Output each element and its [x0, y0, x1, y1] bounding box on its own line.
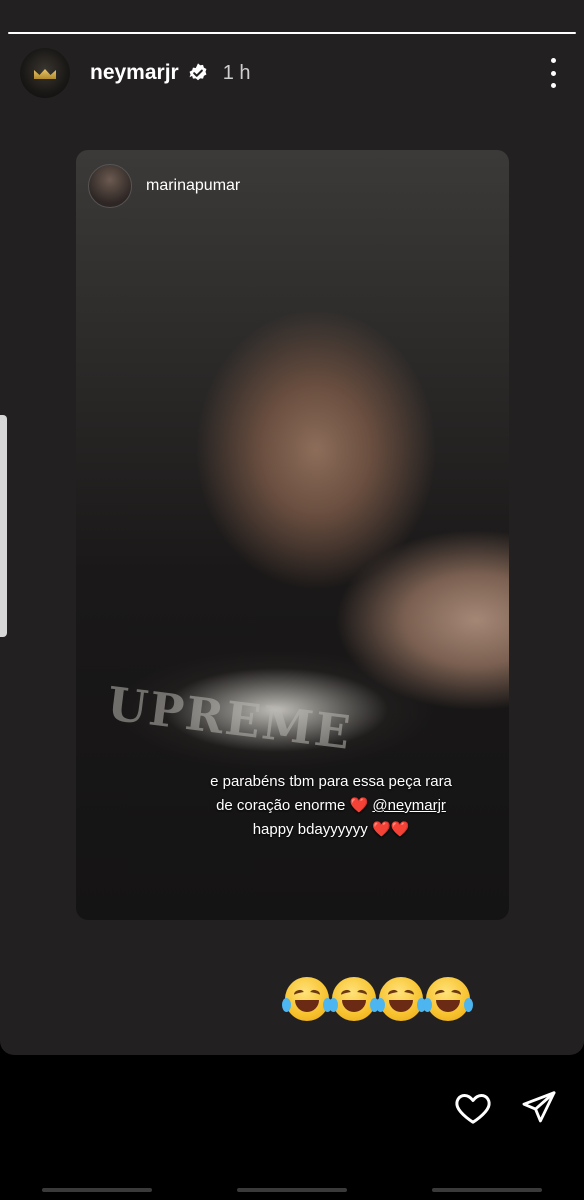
kebab-dot — [550, 83, 556, 88]
story-action-bar — [0, 1060, 584, 1160]
heart-emoji-icon: ❤️ — [349, 797, 369, 814]
tears-of-joy-emoji-icon — [282, 976, 332, 1022]
progress-segment — [8, 32, 576, 34]
story-username[interactable]: neymarjr — [90, 61, 179, 85]
reshare-avatar[interactable] — [88, 164, 132, 208]
reshare-username[interactable]: marinapumar — [146, 177, 240, 195]
nav-indicator[interactable] — [431, 1188, 542, 1192]
caption-line-3-text: happy bdayyyyyy — [252, 821, 368, 838]
reshared-story-card[interactable]: UPREME marinapumar e parabéns tbm para e… — [76, 150, 509, 920]
caption-line-2: de coração enorme ❤️ @neymarjr — [196, 794, 466, 818]
tears-of-joy-emoji-icon — [423, 976, 473, 1022]
more-options-button[interactable] — [542, 56, 564, 90]
side-scroll-handle[interactable] — [0, 415, 7, 637]
more-vertical-icon — [550, 58, 556, 63]
story-viewer[interactable]: neymarjr 1 h UPREME marinapumar e parabé… — [0, 0, 584, 1055]
emoji-sticker-row — [282, 976, 473, 1031]
tears-of-joy-emoji-icon — [329, 976, 379, 1022]
send-paper-plane-icon[interactable] — [520, 1088, 558, 1126]
caption-line-3: happy bdayyyyyy ❤️❤️ — [196, 818, 466, 842]
crown-icon — [34, 69, 56, 79]
shirt-print-text: UPREME — [104, 676, 355, 760]
caption-line-2-text: de coração enorme — [216, 797, 346, 814]
nav-indicator[interactable] — [236, 1188, 347, 1192]
heart-outline-icon[interactable] — [452, 1088, 494, 1128]
hearts-emoji-icon: ❤️❤️ — [371, 821, 410, 838]
story-caption: e parabéns tbm para essa peça rara de co… — [196, 770, 466, 842]
kebab-dot — [550, 70, 556, 76]
mention-link[interactable]: @neymarjr — [372, 797, 446, 814]
reshare-header[interactable]: marinapumar — [88, 164, 240, 208]
story-header: neymarjr 1 h — [20, 48, 564, 98]
tears-of-joy-emoji-icon — [376, 976, 426, 1022]
story-timestamp: 1 h — [222, 61, 251, 84]
nav-indicator[interactable] — [42, 1188, 153, 1192]
verified-badge-icon — [189, 63, 207, 81]
profile-avatar[interactable] — [20, 48, 70, 98]
story-progress-bar — [8, 32, 576, 34]
system-nav-bar — [0, 1180, 584, 1200]
caption-line-1: e parabéns tbm para essa peça rara — [210, 773, 452, 790]
